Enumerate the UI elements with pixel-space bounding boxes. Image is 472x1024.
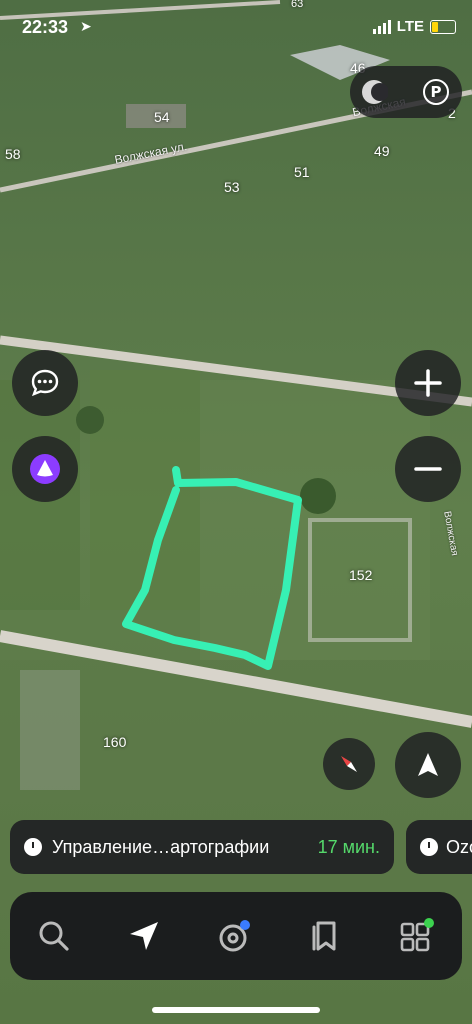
tab-services[interactable] (394, 914, 438, 958)
tab-navigation[interactable] (122, 914, 166, 958)
alice-button[interactable] (12, 436, 78, 502)
network-type: LTE (396, 18, 424, 35)
house-number-label: 49 (374, 143, 390, 159)
zoom-in-button[interactable] (395, 350, 461, 416)
tab-search[interactable] (32, 914, 76, 958)
compass-icon (341, 756, 357, 772)
tab-bookmarks[interactable] (303, 914, 347, 958)
route-chip[interactable]: Управление…артографии 17 мин. (10, 820, 394, 874)
house-number-label: 160 (103, 734, 127, 750)
zoom-out-icon (414, 467, 442, 471)
zoom-in-icon (414, 369, 442, 397)
signal-icon (372, 19, 391, 34)
clock-icon (24, 838, 42, 856)
status-time: 22:33 (22, 17, 69, 37)
clock-icon (420, 838, 438, 856)
search-icon (39, 921, 69, 951)
house-number-label: 53 (224, 179, 240, 195)
navigator-icon (130, 922, 158, 950)
battery-icon (430, 19, 456, 34)
location-arrow-icon: ➤ (80, 18, 92, 34)
status-bar: 22:33 ➤ LTE (0, 0, 472, 58)
my-location-icon (418, 753, 438, 776)
layers-icon[interactable] (360, 78, 389, 106)
svg-text:P: P (431, 83, 442, 101)
route-eta: 17 мин. (317, 836, 380, 857)
my-location-button[interactable] (395, 732, 461, 798)
chat-icon (31, 369, 59, 397)
chat-button[interactable] (12, 350, 78, 416)
house-number-label: 152 (349, 567, 373, 583)
house-number-label: 63 (291, 0, 304, 10)
house-number-label: 58 (5, 146, 21, 162)
home-indicator (152, 1007, 320, 1013)
bookmarks-icon (312, 921, 336, 951)
tab-music[interactable] (213, 914, 257, 958)
music-icon (219, 920, 250, 952)
bottom-tab-bar (10, 892, 462, 980)
compass-button[interactable] (323, 738, 375, 790)
map-controls-pill: P (350, 66, 462, 118)
services-icon (400, 918, 434, 952)
house-number-label: 51 (294, 164, 310, 180)
route-destination: Управление…артографии (52, 836, 270, 857)
alice-icon (30, 454, 60, 484)
zoom-out-button[interactable] (395, 436, 461, 502)
house-number-label: 54 (154, 109, 170, 125)
route-next-destination: Ozo (446, 836, 472, 857)
parking-icon[interactable]: P (422, 78, 450, 106)
route-chip-next[interactable]: Ozo (406, 820, 472, 874)
